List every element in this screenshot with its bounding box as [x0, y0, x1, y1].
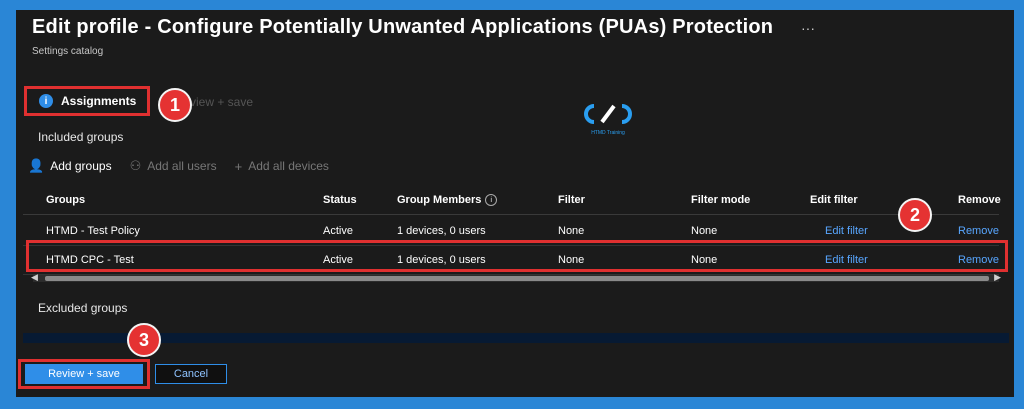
users-icon: ⚇	[129, 158, 142, 173]
row-highlight-frame	[26, 240, 1008, 272]
add-all-users-label: Add all users	[147, 159, 217, 173]
column-filter: Filter	[558, 194, 585, 206]
add-groups-label: Add groups	[50, 159, 112, 173]
scroll-thumb[interactable]	[45, 276, 989, 281]
column-status: Status	[323, 194, 357, 206]
column-filter-mode: Filter mode	[691, 194, 751, 206]
htmd-logo: HTMD Training	[578, 98, 638, 142]
add-all-devices-button[interactable]: + Add all devices	[235, 158, 329, 174]
add-all-devices-label: Add all devices	[248, 159, 329, 173]
plus-icon: +	[234, 158, 243, 174]
more-options-icon[interactable]: ···	[801, 20, 815, 36]
column-group-members: Group Members i	[397, 186, 498, 214]
horizontal-scrollbar[interactable]: ◀ ▶	[31, 272, 1001, 283]
person-add-icon: 👤	[28, 158, 45, 173]
cancel-button[interactable]: Cancel	[155, 364, 227, 384]
column-groups: Groups	[46, 194, 86, 206]
add-all-users-button[interactable]: ⚇ Add all users	[130, 158, 217, 174]
excluded-groups-label: Excluded groups	[38, 301, 128, 315]
htmd-logo-icon	[584, 104, 632, 124]
info-icon: i	[39, 94, 53, 108]
logo-text: HTMD Training	[591, 130, 625, 136]
tab-assignments[interactable]: i Assignments	[24, 86, 150, 116]
column-group-members-label: Group Members	[397, 194, 482, 206]
page-title: Edit profile - Configure Potentially Unw…	[32, 16, 774, 38]
annotation-badge-2: 2	[898, 198, 932, 232]
scroll-left-icon[interactable]: ◀	[31, 272, 38, 283]
tab-assignments-label: Assignments	[61, 94, 137, 108]
tab-review-save[interactable]: view + save	[190, 95, 253, 109]
review-save-button[interactable]: Review + save	[25, 364, 143, 384]
add-groups-button[interactable]: 👤 Add groups	[28, 158, 112, 174]
command-bar: 👤 Add groups ⚇ Add all users + Add all d…	[28, 158, 329, 174]
column-remove: Remove	[958, 194, 1001, 206]
info-circle-icon[interactable]: i	[485, 194, 498, 206]
included-groups-label: Included groups	[38, 130, 124, 144]
excluded-groups-area	[23, 333, 1009, 343]
breadcrumb-subtitle: Settings catalog	[32, 46, 104, 57]
scroll-right-icon[interactable]: ▶	[994, 272, 1001, 283]
annotation-badge-1: 1	[158, 88, 192, 122]
table-header-row: Groups Status Group Members i Filter Fil…	[23, 186, 1001, 215]
column-edit-filter: Edit filter	[810, 194, 858, 206]
annotation-badge-3: 3	[127, 323, 161, 357]
